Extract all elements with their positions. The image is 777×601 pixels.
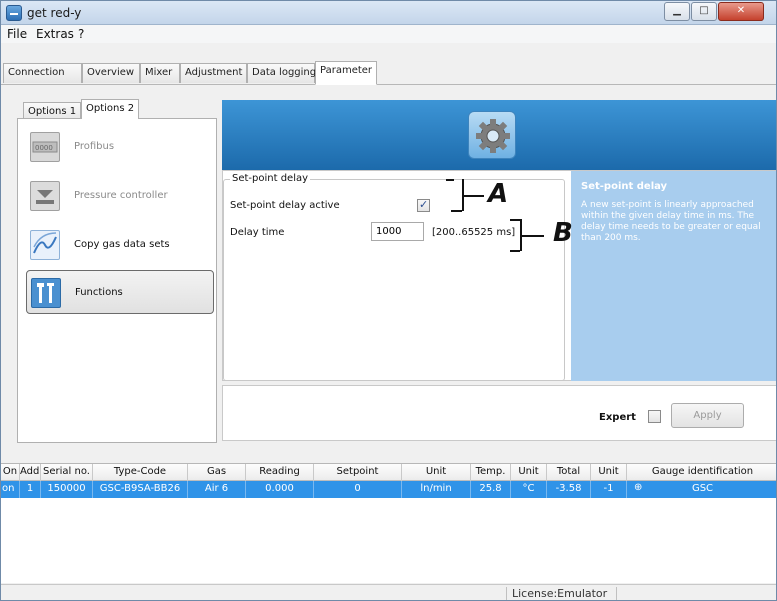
col-temp-unit[interactable]: Unit xyxy=(511,464,547,481)
delay-time-input[interactable] xyxy=(371,222,424,241)
cell-on[interactable]: on xyxy=(1,481,20,498)
cell-total: -3.58 xyxy=(547,481,591,498)
tab-connection[interactable]: Connection xyxy=(3,63,82,83)
nav-item-profibus[interactable]: 0000 Profibus xyxy=(26,125,214,169)
nav-item-copy-gas-data-sets[interactable]: Copy gas data sets xyxy=(26,223,214,267)
nav-label-profibus: Profibus xyxy=(74,141,115,152)
copy-gas-data-icon xyxy=(30,230,60,260)
nav-label-functions: Functions xyxy=(75,287,123,298)
col-addr[interactable]: Addr. xyxy=(20,464,41,481)
status-bar: License:Emulator xyxy=(1,584,776,600)
main-tabstrip: Connection Overview Mixer Adjustment Dat… xyxy=(1,43,776,85)
cell-unit: ln/min xyxy=(402,481,471,498)
license-status: License:Emulator xyxy=(512,587,608,600)
cell-serial: 150000 xyxy=(41,481,93,498)
profibus-icon: 0000 xyxy=(30,132,60,162)
reset-total-icon[interactable]: ⊕ xyxy=(634,482,642,493)
gear-icon xyxy=(468,111,516,159)
expert-label: Expert xyxy=(599,412,636,423)
cell-gas: Air 6 xyxy=(188,481,246,498)
cell-reading: 0.000 xyxy=(246,481,314,498)
subtab-options-2[interactable]: Options 2 xyxy=(81,99,139,119)
col-type-code[interactable]: Type-Code xyxy=(93,464,188,481)
menu-bar: File Extras ? xyxy=(1,25,776,43)
cell-gauge-id: GSC xyxy=(691,483,714,494)
title-bar[interactable]: get red-y ▁ □ ✕ xyxy=(1,1,776,25)
tab-overview[interactable]: Overview xyxy=(82,63,140,83)
col-temp[interactable]: Temp. xyxy=(471,464,511,481)
tab-adjustment[interactable]: Adjustment xyxy=(180,63,247,83)
cell-setpoint[interactable]: 0 xyxy=(314,481,402,498)
help-text: A new set-point is linearly approached w… xyxy=(581,200,761,243)
cell-total-unit: -1 xyxy=(591,481,627,498)
cell-addr: 1 xyxy=(20,481,41,498)
group-title: Set-point delay xyxy=(230,173,311,184)
close-button[interactable]: ✕ xyxy=(718,2,764,21)
col-unit[interactable]: Unit xyxy=(402,464,471,481)
table-row[interactable]: on 1 150000 GSC-B9SA-BB26 Air 6 0.000 0 … xyxy=(1,481,776,498)
app-icon xyxy=(6,5,22,21)
col-total-unit[interactable]: Unit xyxy=(591,464,627,481)
cell-temp: 25.8 xyxy=(471,481,511,498)
setpoint-delay-active-checkbox[interactable] xyxy=(417,198,430,212)
menu-extras[interactable]: Extras xyxy=(36,27,74,41)
help-title: Set-point delay xyxy=(581,181,668,192)
window-title: get red-y xyxy=(27,6,82,20)
nav-label-pressure-controller: Pressure controller xyxy=(74,190,168,201)
maximize-button[interactable]: □ xyxy=(691,2,717,21)
col-on[interactable]: On xyxy=(1,464,20,481)
tab-parameter[interactable]: Parameter xyxy=(315,61,377,85)
nav-label-copy-gas-data-sets: Copy gas data sets xyxy=(74,239,170,250)
nav-item-pressure-controller[interactable]: Pressure controller xyxy=(26,174,214,218)
col-reading[interactable]: Reading xyxy=(246,464,314,481)
pressure-controller-icon xyxy=(30,181,60,211)
delay-time-label: Delay time xyxy=(230,227,285,238)
device-grid: On Addr. Serial no. Type-Code Gas Readin… xyxy=(1,463,776,583)
expert-checkbox[interactable] xyxy=(648,410,661,423)
setpoint-delay-group: Set-point delay Set-point delay active D… xyxy=(223,173,565,381)
action-bar: Expert Apply xyxy=(222,385,776,441)
tab-mixer[interactable]: Mixer xyxy=(140,63,180,83)
tab-data-logging[interactable]: Data logging xyxy=(247,63,316,83)
app-window: get red-y ▁ □ ✕ File Extras ? Connection… xyxy=(0,0,777,601)
grid-header: On Addr. Serial no. Type-Code Gas Readin… xyxy=(1,464,776,481)
nav-item-functions[interactable]: Functions xyxy=(26,270,214,314)
cell-type-code: GSC-B9SA-BB26 xyxy=(93,481,188,498)
svg-text:0000: 0000 xyxy=(35,144,53,152)
functions-tools-icon xyxy=(31,278,61,308)
delay-range-label: [200..65525 ms] xyxy=(432,227,516,238)
col-total[interactable]: Total xyxy=(547,464,591,481)
menu-file[interactable]: File xyxy=(7,27,27,41)
help-panel: Set-point delay A new set-point is linea… xyxy=(571,171,776,381)
menu-help[interactable]: ? xyxy=(78,27,84,41)
left-nav-panel: 0000 Profibus Pressure controller Copy g… xyxy=(17,118,217,443)
cell-temp-unit: °C xyxy=(511,481,547,498)
minimize-button[interactable]: ▁ xyxy=(664,2,690,21)
setpoint-delay-active-label: Set-point delay active xyxy=(230,200,340,211)
col-setpoint[interactable]: Setpoint xyxy=(314,464,402,481)
col-gauge-id[interactable]: Gauge identification xyxy=(627,464,776,481)
col-gas[interactable]: Gas xyxy=(188,464,246,481)
annotation-letter-a: A xyxy=(488,179,509,209)
header-banner xyxy=(222,100,776,170)
col-serial[interactable]: Serial no. xyxy=(41,464,93,481)
annotation-letter-b: B xyxy=(553,218,573,248)
apply-button[interactable]: Apply xyxy=(671,403,744,428)
